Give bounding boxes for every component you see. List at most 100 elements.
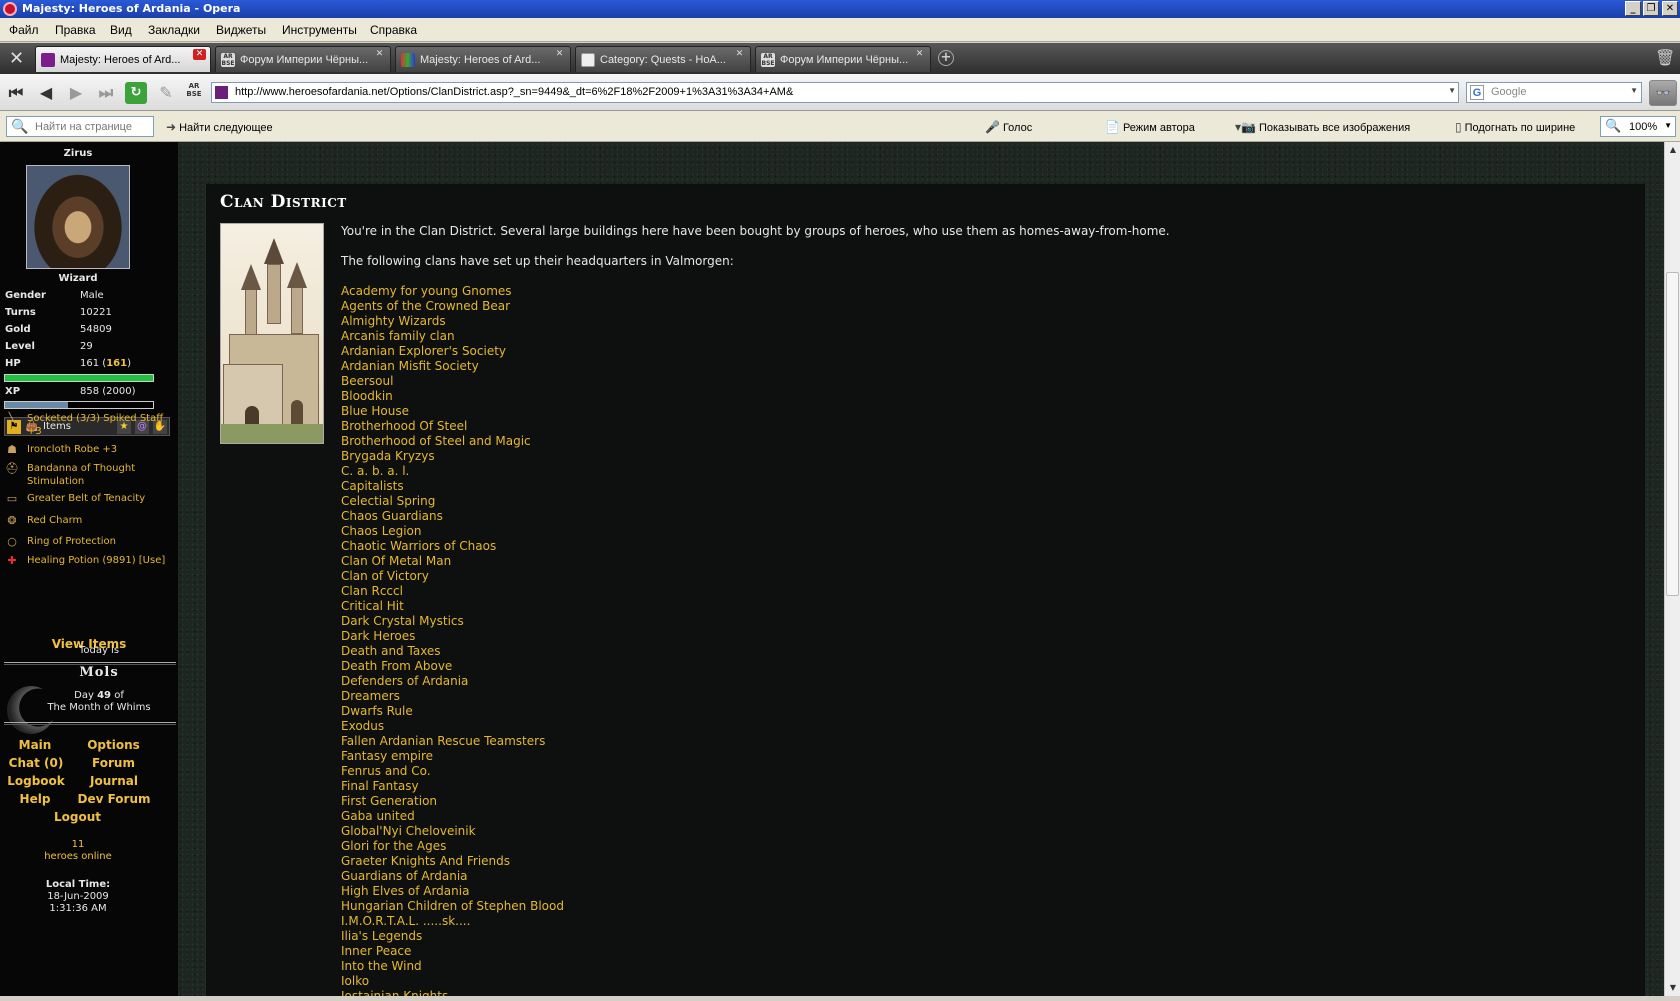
minimize-button[interactable]: _ — [1625, 1, 1641, 16]
clan-link[interactable]: Inner Peace — [341, 944, 564, 959]
item-name[interactable]: Socketed (3/3) Spiked Staff +3 — [27, 412, 167, 438]
back-icon[interactable]: ◀ — [35, 82, 57, 104]
clan-link[interactable]: Dark Heroes — [341, 629, 564, 644]
ar-bse-icon[interactable]: AR BSE — [183, 82, 205, 104]
clan-link[interactable]: Iolko — [341, 974, 564, 989]
close-tab-icon[interactable]: ✕ — [913, 49, 926, 60]
scroll-thumb[interactable] — [1666, 272, 1679, 596]
clan-link[interactable]: Bloodkin — [341, 389, 564, 404]
rewind-icon[interactable]: ⏮ — [5, 82, 27, 104]
tools-icon[interactable]: ✕ — [3, 46, 30, 71]
edit-icon[interactable]: ✎ — [155, 82, 177, 104]
scroll-down-icon[interactable]: ▼ — [1665, 980, 1680, 996]
clan-link[interactable]: Graeter Knights And Friends — [341, 854, 564, 869]
clan-link[interactable]: Glori for the Ages — [341, 839, 564, 854]
clan-link[interactable]: First Generation — [341, 794, 564, 809]
clan-link[interactable]: C. a. b. a. l. — [341, 464, 564, 479]
find-input[interactable]: 🔍 Найти на странице — [6, 116, 154, 137]
item-name[interactable]: Healing Potion (9891) [Use] — [27, 554, 167, 567]
nav-chat[interactable]: Chat (0) — [6, 756, 66, 770]
clan-link[interactable]: Death From Above — [341, 659, 564, 674]
vertical-scrollbar[interactable]: ▲ ▼ — [1664, 142, 1680, 996]
item-name[interactable]: Ironcloth Robe +3 — [27, 443, 167, 456]
clan-link[interactable]: Critical Hit — [341, 599, 564, 614]
clan-link[interactable]: I.M.O.R.T.A.L. .....sk.... — [341, 914, 564, 929]
clan-link[interactable]: Dwarfs Rule — [341, 704, 564, 719]
clan-link[interactable]: Chaotic Warriors of Chaos — [341, 539, 564, 554]
close-tab-icon[interactable]: ✕ — [733, 49, 746, 60]
menu-view[interactable]: Вид — [110, 23, 132, 37]
clan-link[interactable]: Into the Wind — [341, 959, 564, 974]
clan-link[interactable]: Fantasy empire — [341, 749, 564, 764]
clan-link[interactable]: Exodus — [341, 719, 564, 734]
clan-link[interactable]: High Elves of Ardania — [341, 884, 564, 899]
clan-link[interactable]: Iostainian Knights — [341, 989, 564, 996]
nav-options[interactable]: Options — [86, 738, 141, 752]
clan-link[interactable]: Fenrus and Co. — [341, 764, 564, 779]
menu-help[interactable]: Справка — [370, 23, 417, 37]
clan-link[interactable]: Brotherhood of Steel and Magic — [341, 434, 564, 449]
nav-logout[interactable]: Logout — [40, 810, 115, 824]
nav-logbook[interactable]: Logbook — [6, 774, 66, 788]
menu-edit[interactable]: Правка — [55, 23, 96, 37]
url-field[interactable]: http://www.heroesofardania.net/Options/C… — [211, 82, 1459, 103]
forward-icon[interactable]: ▶ — [65, 82, 87, 104]
find-next-button[interactable]: ➜ Найти следующее — [166, 120, 336, 134]
hero-portrait[interactable] — [26, 165, 130, 269]
clan-link[interactable]: Guardians of Ardania — [341, 869, 564, 884]
clan-link[interactable]: Beersoul — [341, 374, 564, 389]
clan-link[interactable]: Clan Rcccl — [341, 584, 564, 599]
zoom-select[interactable]: 🔍 100% ▼ — [1600, 116, 1676, 137]
clan-link[interactable]: Hungarian Children of Stephen Blood — [341, 899, 564, 914]
menu-file[interactable]: Файл — [9, 23, 39, 37]
clan-link[interactable]: Brotherhood Of Steel — [341, 419, 564, 434]
chevron-down-icon[interactable]: ▼ — [1664, 121, 1672, 130]
tab-1[interactable]: Majesty: Heroes of Ard... ✕ — [35, 46, 211, 72]
nav-main[interactable]: Main — [10, 738, 60, 752]
clan-link[interactable]: Brygada Kryzys — [341, 449, 564, 464]
search-engine-field[interactable]: G Google ▼ — [1466, 82, 1642, 103]
clan-link[interactable]: Capitalists — [341, 479, 564, 494]
tab-4[interactable]: Category: Quests - HoA... ✕ — [575, 46, 751, 72]
clan-link[interactable]: Death and Taxes — [341, 644, 564, 659]
close-tab-icon[interactable]: ✕ — [553, 49, 566, 60]
fast-forward-icon[interactable]: ⏭ — [95, 82, 117, 104]
clan-link[interactable]: Clan of Victory — [341, 569, 564, 584]
clan-link[interactable]: Almighty Wizards — [341, 314, 564, 329]
chevron-down-icon[interactable]: ▼ — [1630, 86, 1638, 95]
clan-link[interactable]: Ardanian Misfit Society — [341, 359, 564, 374]
tab-2[interactable]: AR BSE Форум Империи Чёрны... ✕ — [215, 46, 391, 72]
menu-widgets[interactable]: Виджеты — [216, 23, 266, 37]
chevron-down-icon[interactable]: ▼ — [1448, 86, 1456, 95]
nav-journal[interactable]: Journal — [84, 774, 144, 788]
show-images-button[interactable]: ▾📷 Показывать все изображения — [1235, 120, 1410, 134]
item-name[interactable]: Ring of Protection — [27, 535, 167, 548]
restore-button[interactable]: ❐ — [1643, 1, 1659, 16]
tab-3[interactable]: Majesty: Heroes of Ard... ✕ — [395, 46, 571, 72]
item-name[interactable]: Red Charm — [27, 514, 167, 527]
close-window-button[interactable]: ✕ — [1662, 1, 1678, 16]
clan-link[interactable]: Global'Nyi Cheloveinik — [341, 824, 564, 839]
scroll-up-icon[interactable]: ▲ — [1665, 142, 1680, 158]
clan-link[interactable]: Agents of the Crowned Bear — [341, 299, 564, 314]
glasses-icon[interactable]: 👓 — [1649, 80, 1677, 106]
nav-help[interactable]: Help — [10, 792, 60, 806]
clan-link[interactable]: Dark Crystal Mystics — [341, 614, 564, 629]
clan-link[interactable]: Chaos Legion — [341, 524, 564, 539]
clan-link[interactable]: Chaos Guardians — [341, 509, 564, 524]
clan-link[interactable]: Ilia's Legends — [341, 929, 564, 944]
close-tab-icon[interactable]: ✕ — [193, 49, 206, 60]
menu-bookmarks[interactable]: Закладки — [148, 23, 200, 37]
nav-dev-forum[interactable]: Dev Forum — [74, 792, 154, 806]
clan-link[interactable]: Celectial Spring — [341, 494, 564, 509]
clan-link[interactable]: Final Fantasy — [341, 779, 564, 794]
clan-link[interactable]: Dreamers — [341, 689, 564, 704]
new-tab-icon[interactable]: + — [938, 50, 954, 66]
reload-icon[interactable]: ↻ — [125, 82, 147, 104]
item-name[interactable]: Greater Belt of Tenacity — [27, 492, 167, 505]
clan-link[interactable]: Fallen Ardanian Rescue Teamsters — [341, 734, 564, 749]
clan-link[interactable]: Academy for young Gnomes — [341, 284, 564, 299]
menu-tools[interactable]: Инструменты — [282, 23, 357, 37]
clan-link[interactable]: Ardanian Explorer's Society — [341, 344, 564, 359]
trash-icon[interactable]: 🗑 — [1655, 47, 1675, 69]
